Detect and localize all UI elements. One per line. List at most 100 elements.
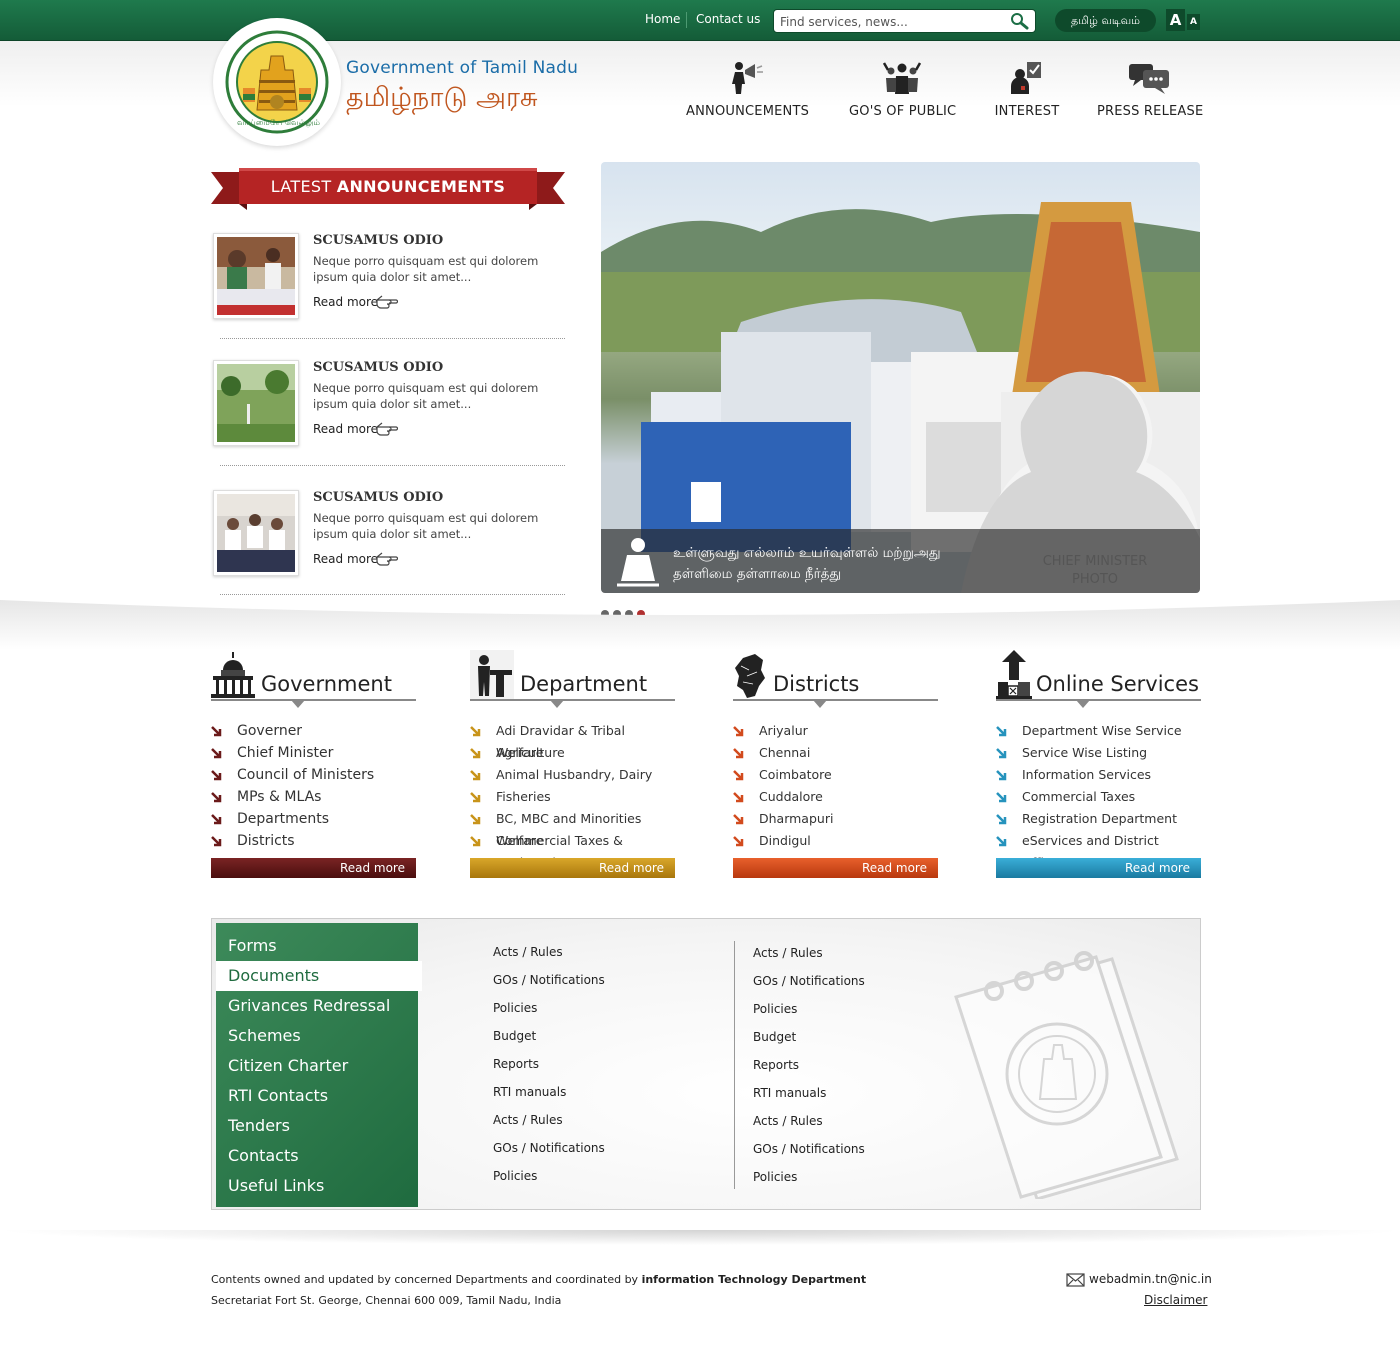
link-text[interactable]: Departments xyxy=(237,811,329,827)
announcement-thumbnail[interactable] xyxy=(213,233,299,319)
side-menu-item[interactable]: Grivances Redressal xyxy=(216,991,418,1021)
side-menu-item[interactable]: Citizen Charter xyxy=(216,1051,418,1081)
list-item[interactable]: Ariyalur xyxy=(733,720,938,742)
list-item[interactable]: Fisheries xyxy=(470,786,675,808)
announcement-thumbnail[interactable] xyxy=(213,360,299,446)
document-link[interactable]: GOs / Notifications xyxy=(493,973,605,987)
list-item[interactable]: Commercial Taxes & Registration xyxy=(470,830,675,870)
list-item[interactable]: Districts xyxy=(211,830,416,852)
announcement-title[interactable]: SCUSAMUS ODIO xyxy=(313,490,443,505)
link-text[interactable]: Agriculture xyxy=(496,745,565,760)
link-text[interactable]: Department Wise Service xyxy=(1022,723,1182,738)
link-text[interactable]: Cuddalore xyxy=(759,789,823,804)
list-item[interactable]: Service Wise Listing xyxy=(996,742,1201,764)
font-decrease-button[interactable]: A xyxy=(1187,14,1200,30)
link-text[interactable]: Dindigul xyxy=(759,833,811,848)
document-link[interactable]: Acts / Rules xyxy=(753,946,823,960)
list-item[interactable]: Department Wise Service xyxy=(996,720,1201,742)
document-link[interactable]: Acts / Rules xyxy=(493,945,563,959)
document-link[interactable]: Acts / Rules xyxy=(753,1114,823,1128)
list-item[interactable]: MPs & MLAs xyxy=(211,786,416,808)
list-item[interactable]: Council of Ministers xyxy=(211,764,416,786)
document-link[interactable]: Policies xyxy=(753,1002,797,1016)
online-services-read-more-button[interactable]: Read more xyxy=(996,858,1201,878)
link-text[interactable]: Ariyalur xyxy=(759,723,808,738)
link-text[interactable]: Service Wise Listing xyxy=(1022,745,1147,760)
announcement-title[interactable]: SCUSAMUS ODIO xyxy=(313,360,443,375)
state-emblem-logo[interactable]: வாய்மையே வெல்லும் xyxy=(213,18,341,146)
government-read-more-button[interactable]: Read more xyxy=(211,858,416,878)
link-text[interactable]: Governer xyxy=(237,723,302,739)
list-item[interactable]: Animal Husbandry, Dairy xyxy=(470,764,675,786)
link-text[interactable]: Registration Department xyxy=(1022,811,1177,826)
search-icon[interactable] xyxy=(1009,12,1029,30)
list-item[interactable]: Chennai xyxy=(733,742,938,764)
list-item[interactable]: Dindigul xyxy=(733,830,938,852)
list-item[interactable]: Chief Minister xyxy=(211,742,416,764)
list-item[interactable]: Departments xyxy=(211,808,416,830)
pointing-hand-icon[interactable] xyxy=(376,295,398,309)
announcement-title[interactable]: SCUSAMUS ODIO xyxy=(313,233,443,248)
header-nav-gos-public[interactable]: GO'S OF PUBLIC xyxy=(849,60,956,119)
link-text[interactable]: Dharmapuri xyxy=(759,811,833,826)
document-link[interactable]: GOs / Notifications xyxy=(753,1142,865,1156)
link-text[interactable]: Coimbatore xyxy=(759,767,832,782)
side-menu-item[interactable]: Useful Links xyxy=(216,1171,418,1201)
list-item[interactable]: Adi Dravidar & Tribal Welfare xyxy=(470,720,675,760)
document-link[interactable]: Policies xyxy=(753,1170,797,1184)
list-item[interactable]: Registration Department xyxy=(996,808,1201,830)
document-link[interactable]: Policies xyxy=(493,1169,537,1183)
header-nav-press-release[interactable]: PRESS RELEASE xyxy=(1097,60,1203,119)
link-text[interactable]: Districts xyxy=(237,833,295,849)
side-menu-item[interactable]: Tenders xyxy=(216,1111,418,1141)
read-more-link[interactable]: Read more xyxy=(313,422,378,436)
document-link[interactable]: Acts / Rules xyxy=(493,1113,563,1127)
side-menu-item[interactable]: Forms xyxy=(216,931,418,961)
side-menu-item[interactable]: Schemes xyxy=(216,1021,418,1051)
side-menu-item[interactable]: Contacts xyxy=(216,1141,418,1171)
search-input[interactable] xyxy=(780,13,1005,30)
list-item[interactable]: Coimbatore xyxy=(733,764,938,786)
pointing-hand-icon[interactable] xyxy=(376,552,398,566)
footer-email-link[interactable]: webadmin.tn@nic.in xyxy=(1089,1272,1212,1286)
document-link[interactable]: Policies xyxy=(493,1001,537,1015)
tamil-version-button[interactable]: தமிழ் வடிவம் xyxy=(1055,9,1156,32)
disclaimer-link[interactable]: Disclaimer xyxy=(1144,1293,1207,1307)
read-more-link[interactable]: Read more xyxy=(313,295,378,309)
side-menu-item[interactable]: RTI Contacts xyxy=(216,1081,418,1111)
header-nav-announcements[interactable]: ANNOUNCEMENTS xyxy=(686,60,809,119)
link-text[interactable]: Animal Husbandry, Dairy xyxy=(496,767,652,782)
department-read-more-button[interactable]: Read more xyxy=(470,858,675,878)
hero-slider[interactable]: உள்ளுவது எல்லாம் உயர்வுள்ளல் மற்றுஅது தள… xyxy=(601,162,1200,593)
side-menu-item-active[interactable]: Documents xyxy=(216,961,422,991)
document-link[interactable]: RTI manuals xyxy=(753,1086,826,1100)
announcement-thumbnail[interactable] xyxy=(213,490,299,576)
list-item[interactable]: Information Services xyxy=(996,764,1201,786)
document-link[interactable]: Reports xyxy=(753,1058,799,1072)
link-text[interactable]: Commercial Taxes xyxy=(1022,789,1135,804)
document-link[interactable]: Budget xyxy=(493,1029,536,1043)
nav-home-link[interactable]: Home xyxy=(645,12,680,26)
document-link[interactable]: Budget xyxy=(753,1030,796,1044)
list-item[interactable]: Governer xyxy=(211,720,416,742)
link-text[interactable]: Chief Minister xyxy=(237,745,333,761)
link-text[interactable]: MPs & MLAs xyxy=(237,789,321,805)
link-text[interactable]: Fisheries xyxy=(496,789,551,804)
list-item[interactable]: Dharmapuri xyxy=(733,808,938,830)
header-nav-interest[interactable]: INTEREST xyxy=(993,60,1061,119)
font-increase-button[interactable]: A xyxy=(1166,9,1185,31)
nav-contact-link[interactable]: Contact us xyxy=(696,12,760,26)
link-text[interactable]: Chennai xyxy=(759,745,810,760)
list-item[interactable]: Agriculture xyxy=(470,742,675,764)
pointing-hand-icon[interactable] xyxy=(376,422,398,436)
link-text[interactable]: Information Services xyxy=(1022,767,1151,782)
list-item[interactable]: Commercial Taxes xyxy=(996,786,1201,808)
document-link[interactable]: Reports xyxy=(493,1057,539,1071)
document-link[interactable]: RTI manuals xyxy=(493,1085,566,1099)
list-item[interactable]: eServices and District Officers xyxy=(996,830,1201,870)
document-link[interactable]: GOs / Notifications xyxy=(753,974,865,988)
read-more-link[interactable]: Read more xyxy=(313,552,378,566)
list-item[interactable]: BC, MBC and Minorities Welfare xyxy=(470,808,675,848)
link-text[interactable]: Council of Ministers xyxy=(237,767,374,783)
list-item[interactable]: Cuddalore xyxy=(733,786,938,808)
